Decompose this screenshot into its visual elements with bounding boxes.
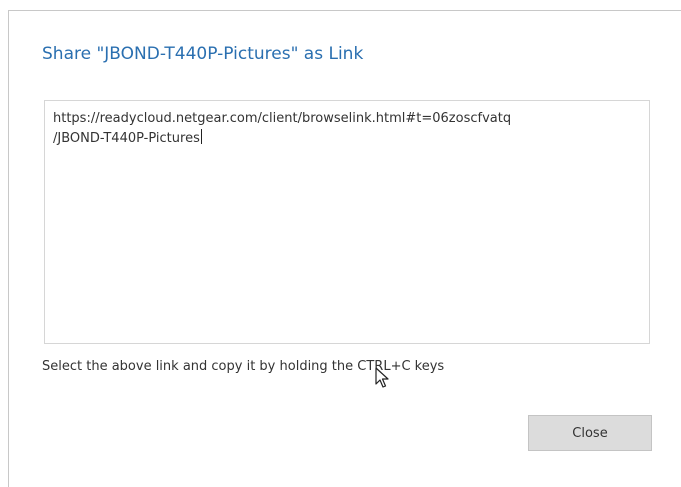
share-link-dialog: Share "JBOND-T440P-Pictures" as Link htt… bbox=[8, 10, 681, 487]
close-button[interactable]: Close bbox=[528, 415, 652, 451]
dialog-title: Share "JBOND-T440P-Pictures" as Link bbox=[42, 44, 364, 64]
text-caret bbox=[200, 129, 202, 144]
link-text-line-1: https://readycloud.netgear.com/client/br… bbox=[53, 111, 512, 126]
link-text-line-2-content: /JBOND-T440P-Pictures bbox=[53, 131, 200, 146]
mouse-pointer-icon bbox=[375, 367, 389, 388]
share-link-textarea[interactable]: https://readycloud.netgear.com/client/br… bbox=[44, 100, 650, 344]
link-text-line-2: /JBOND-T440P-Pictures bbox=[53, 129, 639, 149]
